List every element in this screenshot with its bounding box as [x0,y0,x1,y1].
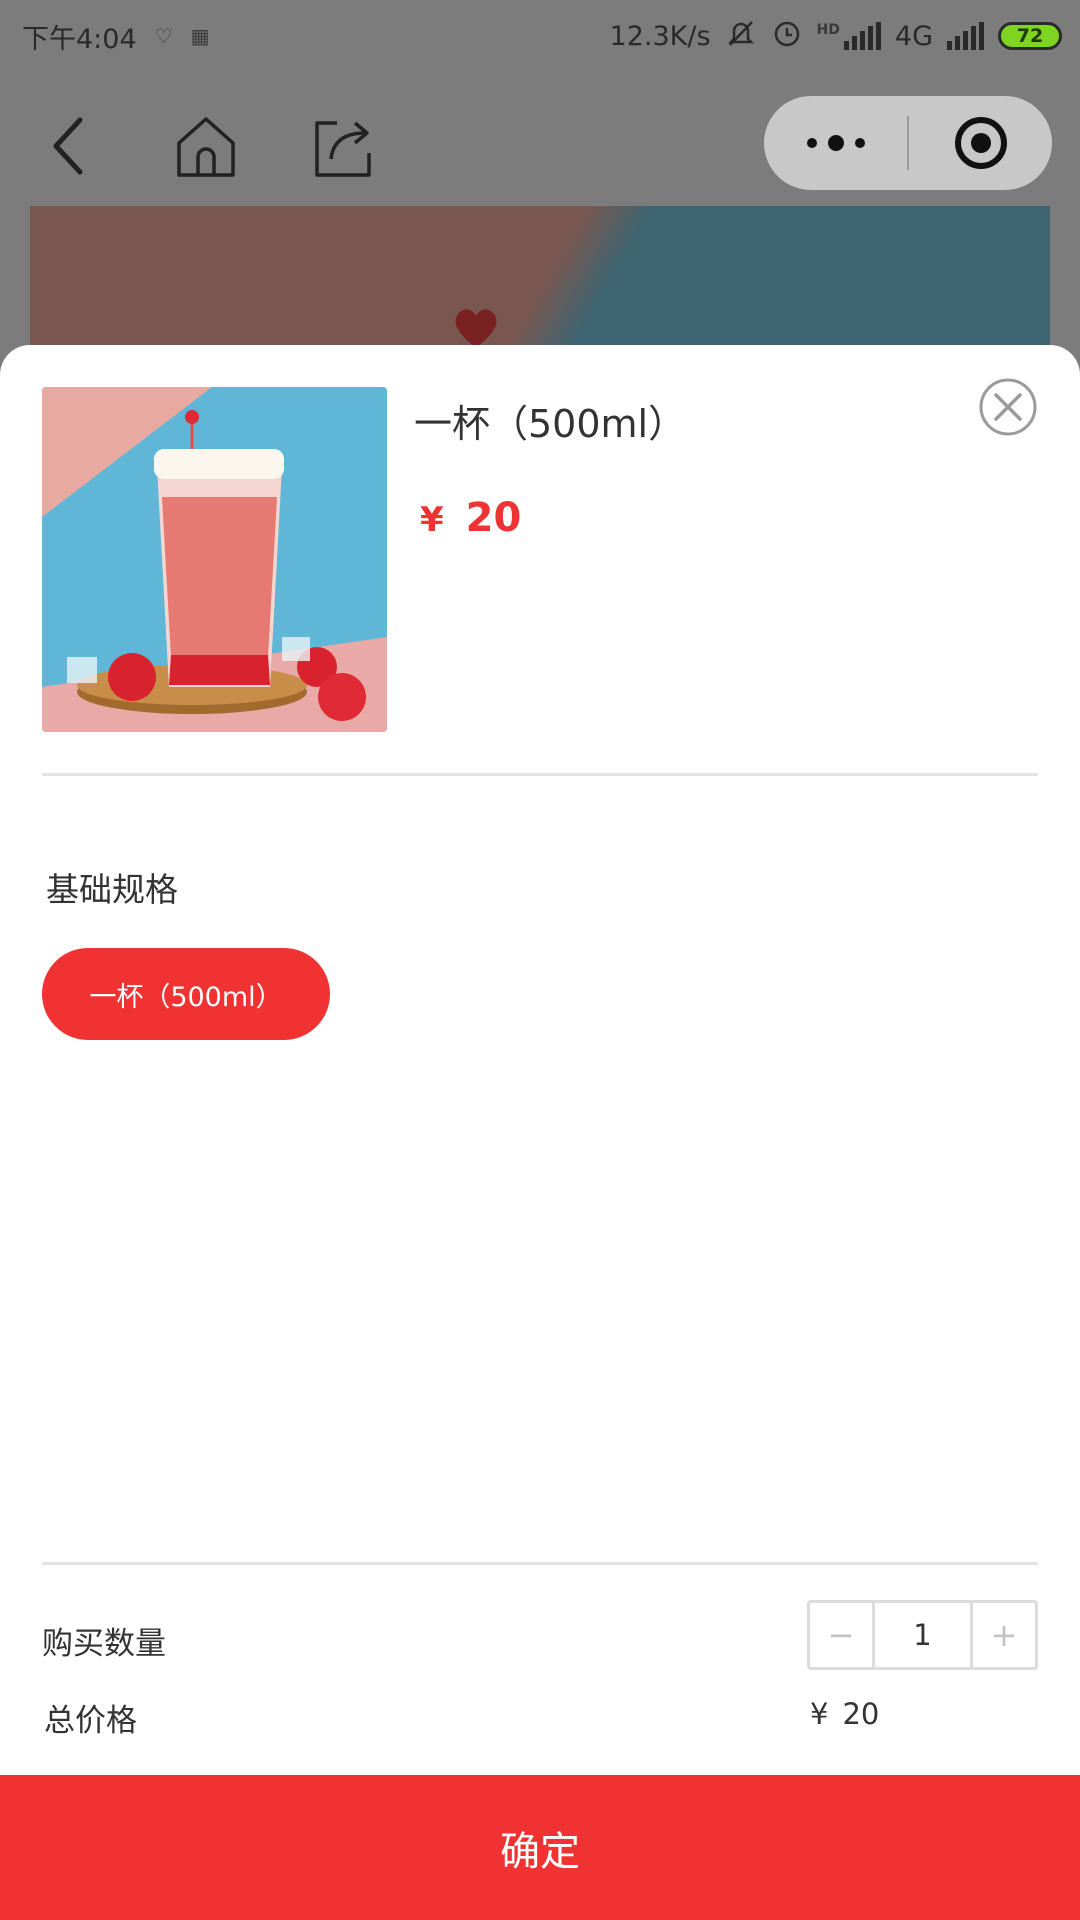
total-price: ¥20 [810,1697,879,1731]
confirm-label: 确定 [500,1828,580,1875]
total-label: 总价格 [44,1703,137,1739]
alarm-icon [771,17,803,56]
divider [42,773,1038,776]
price-value: 20 [465,495,522,541]
target-icon [954,117,1007,169]
close-icon [979,378,1037,436]
back-icon [53,117,83,175]
hd-badge: HD [816,22,840,38]
more-icon [806,135,865,151]
product-name: 一杯（500ml） [414,402,687,446]
total-value: 20 [842,1697,880,1731]
battery-level: 72 [1016,25,1044,47]
network-type: 4G [894,20,933,52]
signal-icon: HD [817,22,881,50]
status-time: 下午4:04 [22,23,137,55]
spec-sheet: 一杯（500ml） ¥20 基础规格 一杯（500ml） 购买数量 − 1 + … [0,345,1080,1920]
increase-button[interactable]: + [973,1603,1035,1667]
close-button[interactable] [978,377,1038,437]
home-icon [177,117,235,177]
hero-banner [30,206,1050,366]
quantity-stepper: − 1 + [807,1600,1038,1670]
back-button[interactable] [34,110,106,182]
qr-icon: ▦ [190,24,210,48]
product-price: ¥20 [420,495,521,541]
status-left: 下午4:04 ♡ ▦ [22,17,209,56]
heart-icon: ♡ [154,24,173,48]
decrease-button[interactable]: − [810,1603,872,1667]
total-currency: ¥ [810,1697,829,1731]
network-speed: 12.3K/s [609,20,711,52]
spec-option-label: 一杯（500ml） [89,981,283,1013]
more-button[interactable] [764,96,907,190]
battery-icon: 72 [998,22,1062,50]
confirm-button[interactable]: 确定 [0,1775,1080,1920]
product-image [42,387,387,732]
quantity-label: 购买数量 [42,1626,166,1662]
mute-icon [725,17,757,56]
share-button[interactable] [306,110,378,182]
quantity-input[interactable]: 1 [872,1603,973,1667]
share-icon [315,121,371,177]
price-currency: ¥ [420,500,444,540]
spec-option-500ml[interactable]: 一杯（500ml） [42,948,330,1040]
home-button[interactable] [170,110,242,182]
spec-title: 基础规格 [46,870,178,909]
close-miniprogram-button[interactable] [909,96,1052,190]
capsule-menu [764,96,1052,190]
divider [42,1562,1038,1565]
signal-icon [947,22,984,50]
status-right: 12.3K/s HD 4G 72 [610,17,1062,56]
status-bar: 下午4:04 ♡ ▦ 12.3K/s HD 4G 72 [0,0,1080,72]
